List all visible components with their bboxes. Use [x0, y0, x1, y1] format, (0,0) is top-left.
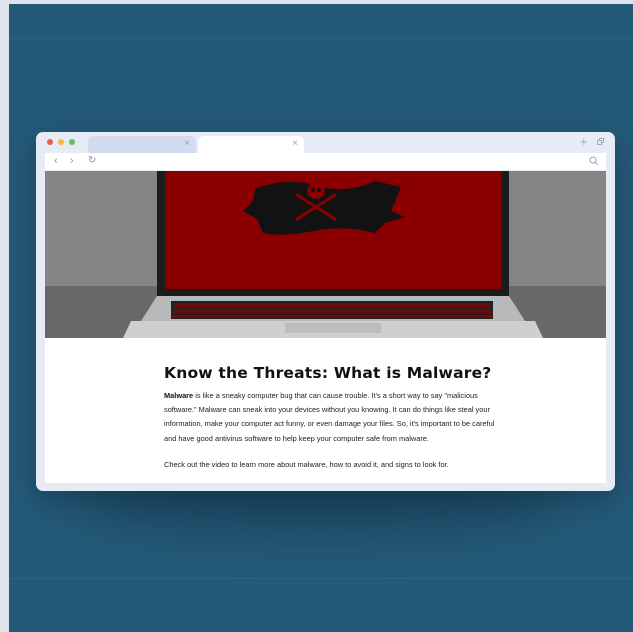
browser-window: × × + ‹ › ↻ Know the Threats: What is Ma…	[36, 132, 615, 491]
article-content: Know the Threats: What is Malware? Malwa…	[164, 364, 499, 478]
background-divider	[9, 38, 633, 39]
laptop-malware-hero-image	[45, 171, 606, 338]
page-viewport: Know the Threats: What is Malware? Malwa…	[45, 171, 606, 483]
minimize-window-dot[interactable]	[58, 139, 64, 145]
close-tab-icon[interactable]: ×	[292, 137, 298, 151]
tab-active[interactable]: ×	[198, 136, 304, 153]
maximize-window-dot[interactable]	[69, 139, 75, 145]
background-divider	[9, 578, 633, 579]
restore-window-icon[interactable]	[597, 138, 604, 145]
video-cta-text: Check out the video to learn more about …	[164, 459, 449, 469]
tab-inactive[interactable]: ×	[88, 136, 196, 153]
new-tab-icon[interactable]: +	[580, 134, 588, 150]
forward-arrow-icon[interactable]: ›	[70, 154, 74, 168]
left-frame-edge	[0, 0, 9, 632]
malware-term: Malware	[164, 391, 194, 400]
back-arrow-icon[interactable]: ‹	[54, 154, 58, 168]
search-icon[interactable]	[589, 156, 599, 166]
intro-paragraph: Malware is like a sneaky computer bug th…	[164, 389, 499, 446]
close-window-dot[interactable]	[47, 139, 53, 145]
page-title: Know the Threats: What is Malware?	[164, 364, 492, 382]
intro-text: is like a sneaky computer bug that can c…	[164, 391, 495, 443]
address-bar[interactable]: ‹ › ↻	[45, 153, 606, 170]
close-tab-icon[interactable]: ×	[184, 137, 190, 151]
reload-icon[interactable]: ↻	[88, 154, 96, 168]
top-frame-edge	[0, 0, 633, 4]
